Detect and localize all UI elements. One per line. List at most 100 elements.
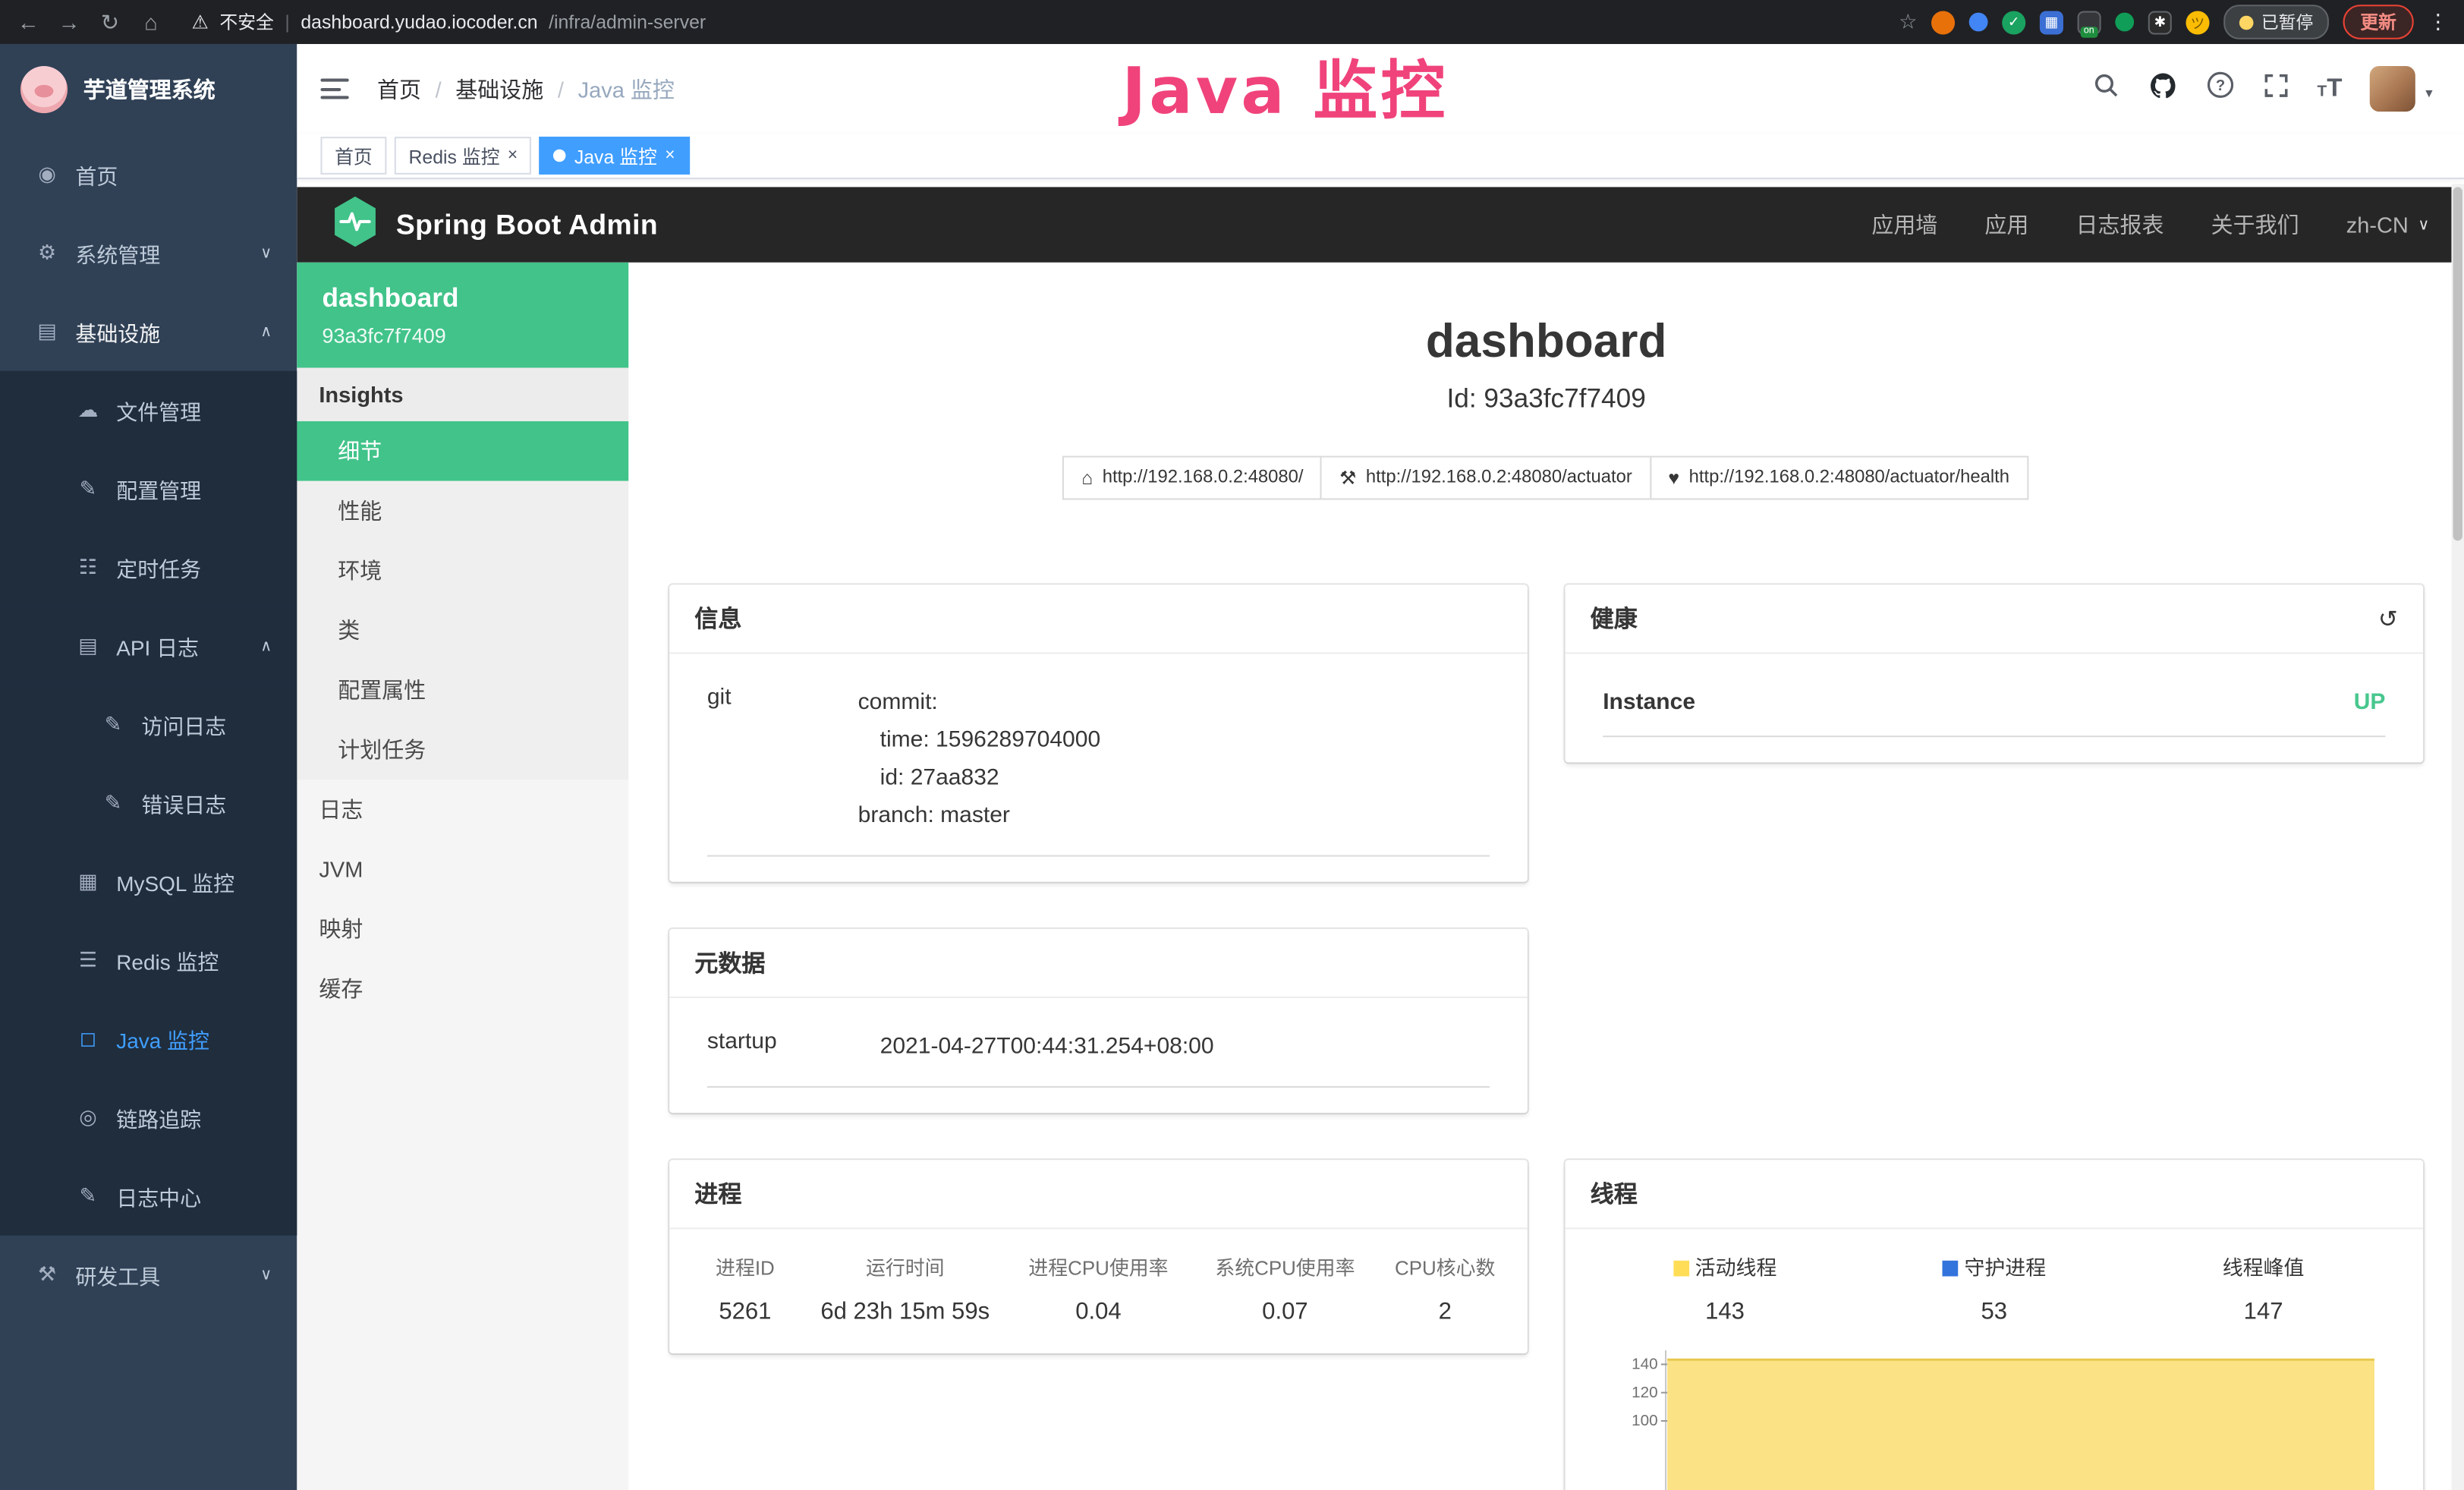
legend-label: 守护进程 — [1964, 1255, 2046, 1279]
sidebar-item-log-center[interactable]: ✎ 日志中心 — [0, 1157, 297, 1236]
sba-item-environment[interactable]: 环境 — [297, 540, 628, 600]
service-url-link[interactable]: ⌂ http://192.168.0.2:48080/ — [1062, 456, 1322, 500]
card-header: 元数据 — [669, 928, 1528, 997]
instance-header[interactable]: dashboard 93a3fc7f7409 — [297, 263, 628, 368]
legend-value: 53 — [1859, 1298, 2129, 1325]
header-actions: ? TT ▾ — [2092, 66, 2432, 112]
instance-id: 93a3fc7f7409 — [323, 324, 604, 348]
sidebar-item-label: 文件管理 — [116, 395, 201, 426]
font-size-icon[interactable]: TT — [2318, 74, 2343, 102]
tab-home[interactable]: 首页 — [320, 137, 386, 175]
sba-item-loggers[interactable]: 日志 — [297, 780, 628, 840]
actuator-url-link[interactable]: ⚒ http://192.168.0.2:48080/actuator — [1320, 456, 1651, 500]
sidebar-item-system[interactable]: ⚙ 系统管理 ∨ — [0, 214, 297, 293]
bookmark-star-icon[interactable]: ☆ — [1899, 9, 1917, 34]
close-icon[interactable]: × — [508, 146, 518, 165]
extension-icon[interactable]: on — [2078, 10, 2101, 33]
extension-icon[interactable] — [1931, 10, 1955, 33]
forward-icon[interactable]: → — [57, 9, 82, 34]
link-label: http://192.168.0.2:48080/actuator/health — [1689, 468, 2009, 487]
avatar-caret-icon[interactable]: ▾ — [2425, 85, 2432, 112]
link-label: http://192.168.0.2:48080/ — [1103, 468, 1304, 487]
security-warning-icon[interactable]: ⚠ — [192, 11, 209, 33]
gear-icon: ⚙ — [35, 241, 60, 266]
table-icon: ▦ — [75, 869, 100, 894]
sba-group-insights: Insights — [297, 368, 628, 421]
threads-legend: 活动线程 143 守护进程 53 线程峰值 — [1591, 1251, 2398, 1325]
y-tick-120: 120 — [1632, 1383, 1658, 1400]
sidebar-item-dev-tools[interactable]: ⚒ 研发工具 ∨ — [0, 1236, 297, 1315]
extension-icon[interactable] — [2115, 13, 2134, 32]
extension-icon[interactable]: ✓ — [2002, 10, 2025, 33]
breadcrumb-separator: / — [558, 76, 564, 101]
sba-nav-applications[interactable]: 应用 — [1984, 209, 2028, 240]
sidebar-item-api-log[interactable]: ▤ API 日志 ∧ — [0, 606, 297, 685]
breadcrumb-item[interactable]: 基础设施 — [455, 73, 543, 104]
search-icon[interactable] — [2092, 71, 2119, 106]
sba-item-config-props[interactable]: 配置属性 — [297, 660, 628, 720]
sba-item-metrics[interactable]: 性能 — [297, 481, 628, 541]
breadcrumb-item[interactable]: 首页 — [377, 73, 421, 104]
info-row-git: git commit: time: 1596289704000 id: 27aa… — [707, 669, 1490, 856]
main-column: 首页 / 基础设施 / Java 监控 ? — [297, 44, 2464, 1490]
tab-redis-monitor[interactable]: Redis 监控 × — [395, 137, 532, 175]
sidebar-item-config-manage[interactable]: ✎ 配置管理 — [0, 449, 297, 528]
user-avatar[interactable] — [2371, 66, 2416, 112]
health-row: Instance UP — [1603, 669, 2385, 737]
card-title: 信息 — [694, 602, 741, 635]
sba-item-details[interactable]: 细节 — [297, 421, 628, 481]
browser-menu-icon[interactable]: ⋮ — [2428, 9, 2448, 34]
layers-icon: ☰ — [75, 948, 100, 973]
sba-item-scheduled-tasks[interactable]: 计划任务 — [297, 720, 628, 780]
extension-icon[interactable]: ツ — [2186, 10, 2209, 33]
hamburger-icon[interactable] — [320, 79, 348, 99]
app-root: 芋道管理系统 ◉ 首页 ⚙ 系统管理 ∨ ▤ 基础设施 ∧ ☁ 文件管理 ✎ — [0, 44, 2464, 1490]
tab-java-monitor[interactable]: Java 监控 × — [540, 137, 689, 175]
paused-label: 已暂停 — [2261, 9, 2313, 34]
sidebar-item-file-manage[interactable]: ☁ 文件管理 — [0, 371, 297, 450]
app-logo[interactable]: 芋道管理系统 — [0, 44, 297, 135]
extension-icon[interactable]: ▦ — [2040, 10, 2063, 33]
scrollbar-track[interactable] — [2451, 184, 2464, 1490]
paused-badge[interactable]: 已暂停 — [2223, 5, 2329, 39]
sba-nav-wallboard[interactable]: 应用墙 — [1871, 209, 1937, 240]
close-icon[interactable]: × — [665, 146, 675, 165]
sidebar-item-label: 系统管理 — [75, 238, 160, 269]
health-url-link[interactable]: ♥ http://192.168.0.2:48080/actuator/heal… — [1650, 456, 2028, 500]
infra-icon: ▤ — [35, 319, 60, 344]
sidebar-item-trace[interactable]: ◎ 链路追踪 — [0, 1079, 297, 1158]
reload-icon[interactable]: ↻ — [97, 8, 122, 35]
sba-item-caches[interactable]: 缓存 — [297, 959, 628, 1019]
sidebar-item-java-monitor[interactable]: ◻ Java 监控 — [0, 1000, 297, 1079]
eye-icon: ◎ — [75, 1105, 100, 1130]
github-icon[interactable] — [2148, 70, 2177, 108]
scrollbar-thumb[interactable] — [2453, 187, 2462, 540]
history-icon[interactable]: ↺ — [2378, 604, 2398, 632]
address-bar[interactable]: ⚠ 不安全 | dashboard.yudao.iocoder.cn/infra… — [192, 9, 706, 34]
sba-nav-journal[interactable]: 日志报表 — [2076, 209, 2164, 240]
extension-icon[interactable]: ✱ — [2148, 10, 2172, 33]
sidebar-item-label: 基础设施 — [75, 316, 160, 347]
sba-nav-about[interactable]: 关于我们 — [2211, 209, 2299, 240]
sba-item-mappings[interactable]: 映射 — [297, 899, 628, 959]
sba-item-jvm[interactable]: JVM — [297, 840, 628, 899]
edit-icon: ✎ — [101, 712, 126, 737]
sidebar-item-redis-monitor[interactable]: ☰ Redis 监控 — [0, 921, 297, 1000]
sba-logo-icon[interactable] — [332, 194, 379, 256]
update-button[interactable]: 更新 — [2343, 5, 2414, 39]
language-selector[interactable]: zh-CN ∨ — [2346, 213, 2430, 238]
sidebar-item-infra[interactable]: ▤ 基础设施 ∧ — [0, 292, 297, 371]
sidebar-item-home[interactable]: ◉ 首页 — [0, 135, 297, 214]
sba-item-beans[interactable]: 类 — [297, 600, 628, 660]
back-icon[interactable]: ← — [16, 9, 41, 34]
sidebar-item-access-log[interactable]: ✎ 访问日志 — [0, 685, 297, 764]
fullscreen-icon[interactable] — [2262, 71, 2289, 106]
sidebar-item-error-log[interactable]: ✎ 错误日志 — [0, 764, 297, 843]
home-icon[interactable]: ⌂ — [138, 9, 163, 34]
sidebar-item-mysql-monitor[interactable]: ▦ MySQL 监控 — [0, 843, 297, 921]
help-icon[interactable]: ? — [2206, 71, 2234, 107]
extension-icon[interactable] — [1969, 13, 1988, 32]
process-col-header: 系统CPU使用率 — [1191, 1238, 1378, 1284]
sidebar-item-scheduled-jobs[interactable]: ☷ 定时任务 — [0, 528, 297, 607]
sba-brand-title[interactable]: Spring Boot Admin — [396, 208, 658, 241]
